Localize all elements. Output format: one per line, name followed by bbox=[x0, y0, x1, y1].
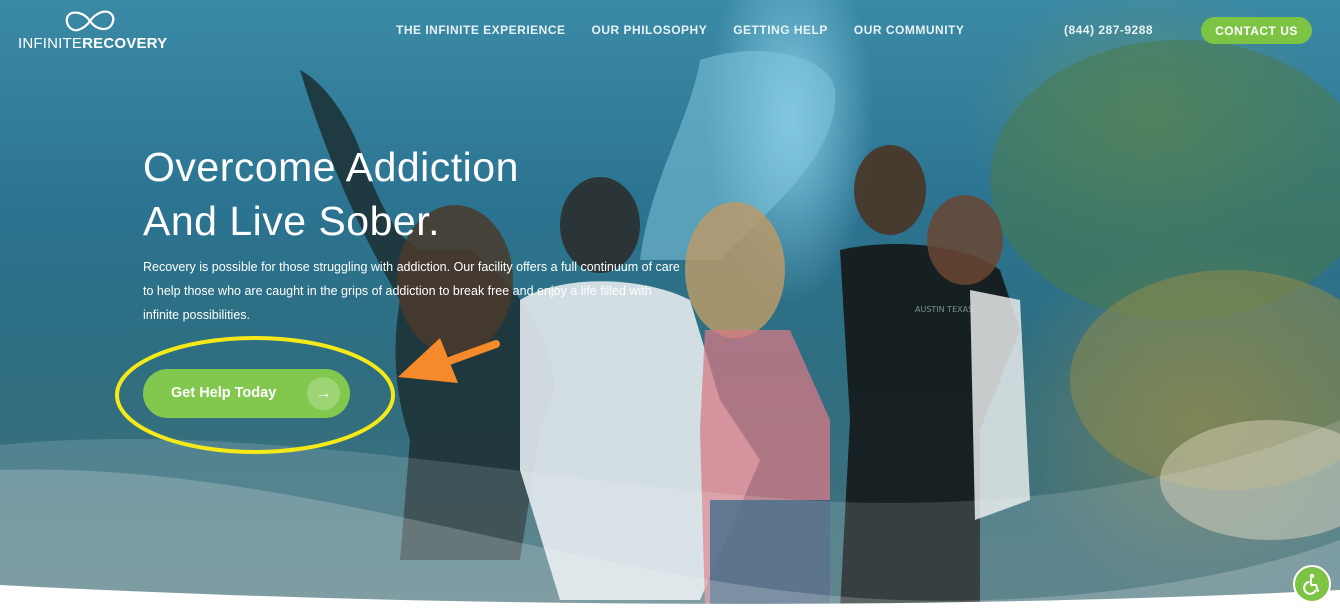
accessibility-button[interactable] bbox=[1293, 565, 1331, 603]
nav-our-community[interactable]: OUR COMMUNITY bbox=[854, 23, 965, 37]
nav-our-philosophy[interactable]: OUR PHILOSOPHY bbox=[592, 23, 708, 37]
headline-line-1: Overcome Addiction bbox=[143, 144, 519, 190]
contact-us-button[interactable]: CONTACT US bbox=[1201, 17, 1312, 44]
logo-wordmark: INFINITERECOVERY bbox=[18, 35, 167, 52]
hero-description: Recovery is possible for those strugglin… bbox=[143, 260, 680, 322]
arrow-right-icon: → bbox=[307, 377, 340, 410]
nav-infinite-experience[interactable]: THE INFINITE EXPERIENCE bbox=[396, 23, 566, 37]
headline-line-2: And Live Sober. bbox=[143, 198, 440, 244]
get-help-today-button[interactable]: Get Help Today → bbox=[143, 369, 350, 418]
nav-getting-help[interactable]: GETTING HELP bbox=[733, 23, 828, 37]
hero-headline: Overcome Addiction And Live Sober. bbox=[143, 140, 663, 248]
infinity-icon bbox=[65, 10, 115, 32]
site-logo[interactable]: INFINITERECOVERY bbox=[18, 8, 168, 54]
logo-text-bold: RECOVERY bbox=[82, 35, 168, 52]
phone-link[interactable]: (844) 287-9288 bbox=[1064, 23, 1153, 37]
cta-label: Get Help Today bbox=[171, 385, 277, 401]
logo-text-light: INFINITE bbox=[18, 35, 83, 52]
accessibility-icon bbox=[1303, 573, 1319, 595]
main-nav: THE INFINITE EXPERIENCE OUR PHILOSOPHY G… bbox=[396, 23, 964, 37]
